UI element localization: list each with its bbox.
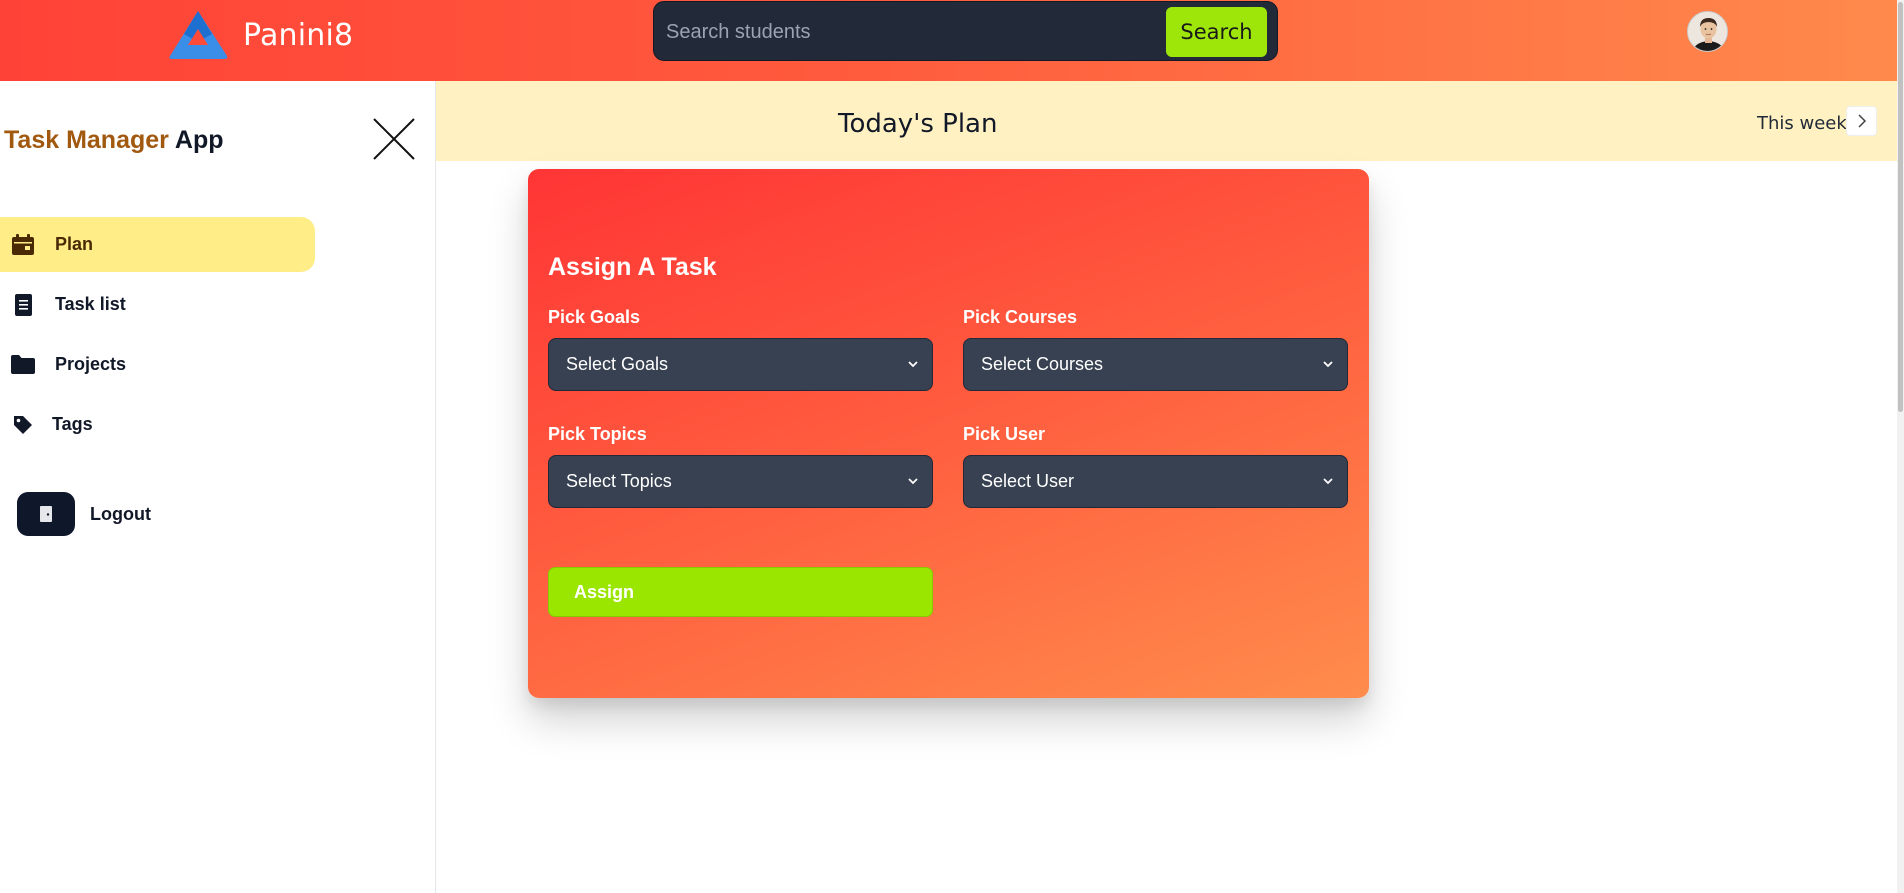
topics-label: Pick Topics <box>548 424 647 444</box>
assign-button[interactable]: Assign <box>548 567 933 617</box>
sidebar-title-part2: App <box>174 126 224 154</box>
courses-select-value: Select Courses <box>981 354 1104 374</box>
door-icon <box>17 492 75 536</box>
user-select-value: Select User <box>981 471 1075 491</box>
goals-label: Pick Goals <box>548 307 641 327</box>
search-bar: Search <box>653 1 1278 61</box>
close-icon[interactable] <box>371 116 417 162</box>
chevron-down-icon <box>908 478 918 485</box>
sidebar-title-part1: Task Manager <box>4 126 169 154</box>
panini8-logo-icon <box>169 11 228 59</box>
goals-select[interactable]: Select Goals <box>548 338 933 391</box>
assign-task-card: Assign A Task Pick Goals Select Goals Pi… <box>528 169 1369 698</box>
sidebar: Task Manager App Plan Task list Projects… <box>0 81 436 893</box>
courses-label: Pick Courses <box>963 307 1078 327</box>
user-select[interactable]: Select User <box>963 455 1348 508</box>
card-title: Assign A Task <box>548 253 717 281</box>
sidebar-item-label: Plan <box>55 234 94 254</box>
tag-icon <box>11 413 35 437</box>
sidebar-item-label: Projects <box>55 354 127 374</box>
sidebar-item-tags[interactable]: Tags <box>0 397 315 452</box>
courses-select[interactable]: Select Courses <box>963 338 1348 391</box>
sidebar-item-plan[interactable]: Plan <box>0 217 315 272</box>
week-label: This week <box>1757 113 1847 134</box>
search-button[interactable]: Search <box>1166 7 1267 57</box>
search-input[interactable] <box>666 12 1146 52</box>
sidebar-item-label: Tags <box>52 414 93 434</box>
plan-header: Today's Plan This week <box>436 81 1897 161</box>
page-title: Today's Plan <box>838 109 998 139</box>
logout-button[interactable]: Logout <box>17 492 151 536</box>
topics-select-value: Select Topics <box>566 471 672 491</box>
avatar[interactable] <box>1687 11 1728 52</box>
goals-select-value: Select Goals <box>566 354 669 374</box>
topics-select[interactable]: Select Topics <box>548 455 933 508</box>
sidebar-item-projects[interactable]: Projects <box>0 337 315 392</box>
chevron-down-icon <box>908 361 918 368</box>
sidebar-item-task-list[interactable]: Task list <box>0 277 315 332</box>
sidebar-title: Task Manager App <box>4 126 224 155</box>
calendar-icon <box>11 233 35 257</box>
user-avatar-icon <box>1688 12 1727 51</box>
chevron-right-icon <box>1857 114 1866 128</box>
brand-name: Panini8 <box>243 17 354 53</box>
document-icon <box>11 293 35 317</box>
logout-label: Logout <box>90 503 151 524</box>
user-label: Pick User <box>963 424 1046 444</box>
chevron-down-icon <box>1323 361 1333 368</box>
sidebar-item-label: Task list <box>55 294 126 314</box>
folder-icon <box>11 353 35 377</box>
chevron-down-icon <box>1323 478 1333 485</box>
next-week-button[interactable] <box>1846 106 1877 136</box>
page-scrollbar[interactable] <box>1897 0 1904 893</box>
brand[interactable]: Panini8 <box>167 6 353 64</box>
top-navbar: Panini8 Search <box>0 0 1904 81</box>
